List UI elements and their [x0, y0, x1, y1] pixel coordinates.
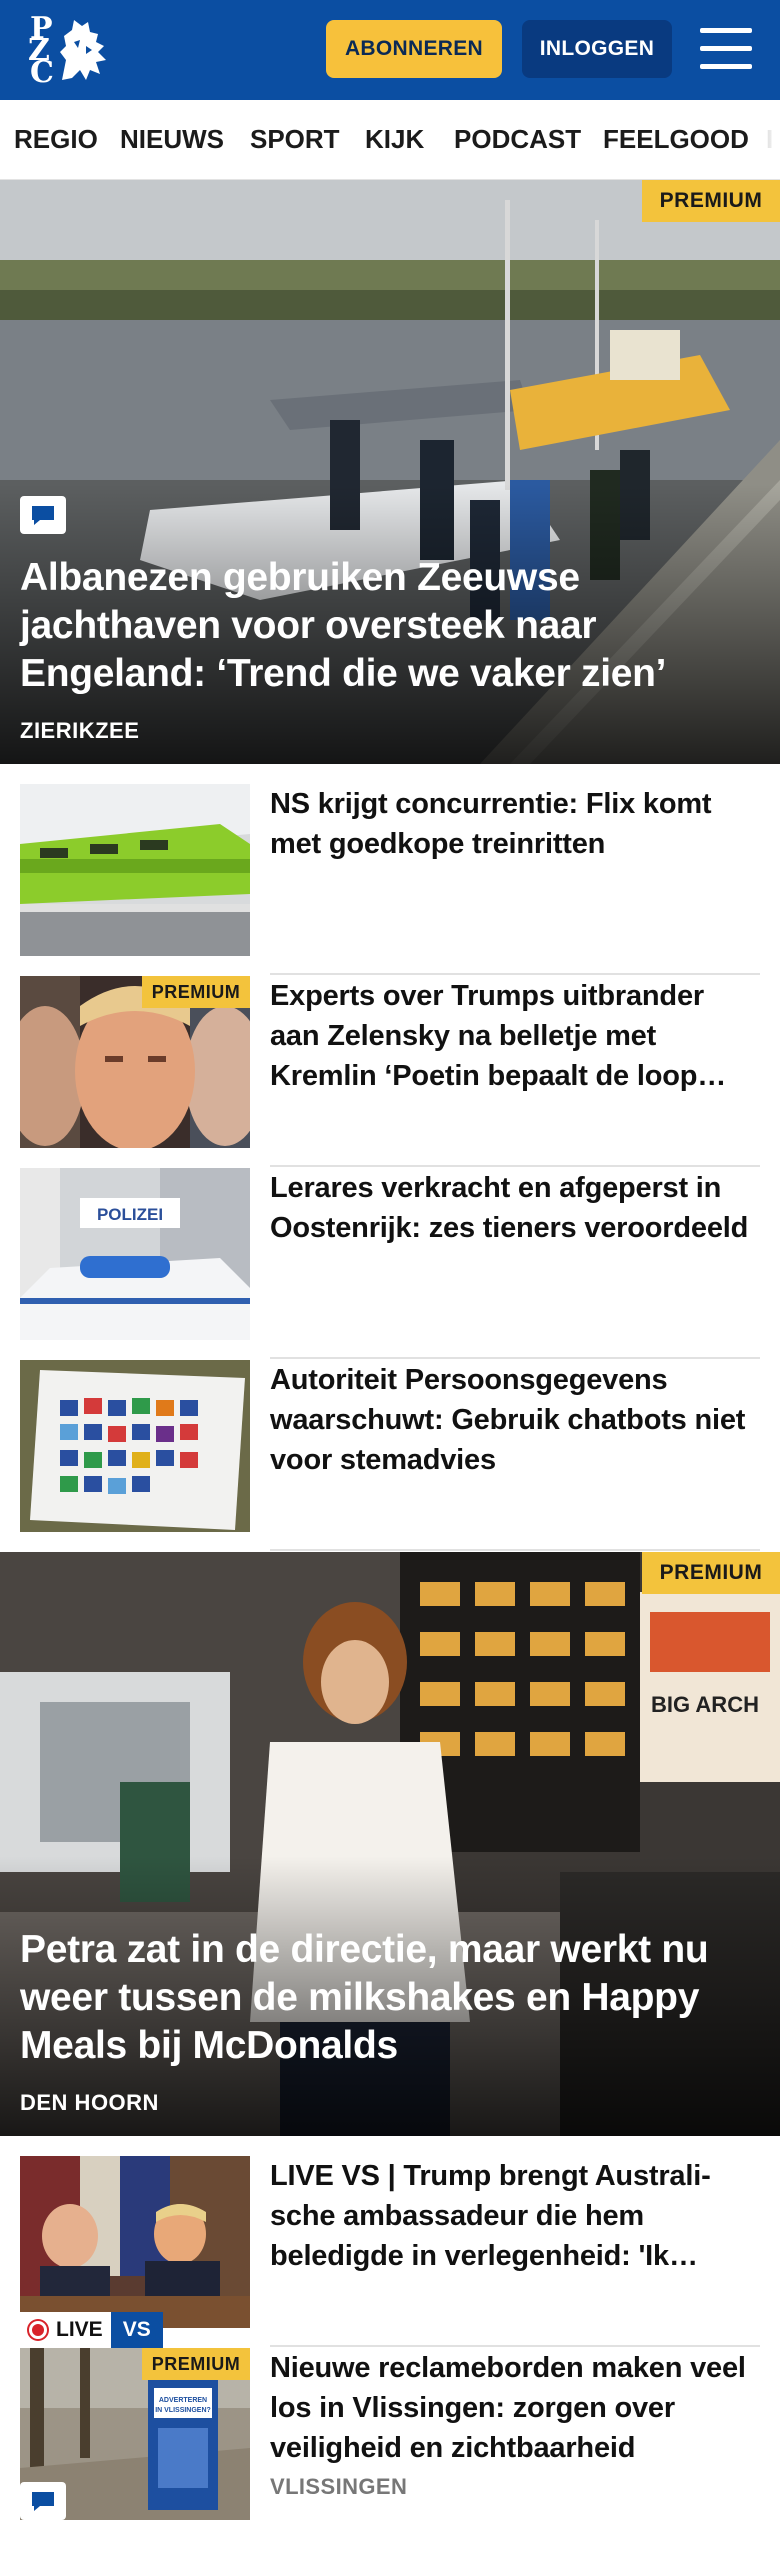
hero-location: DEN HOORN [20, 2090, 159, 2115]
top-bar: P Z C ABONNEREN INLOGGEN [0, 0, 780, 100]
hero-article-mcdonalds[interactable]: BIG ARCH PREMIUM Petra zat in de directi… [0, 1552, 780, 2136]
list-item-trump-zelensky[interactable]: PREMIUM Experts over Trumps uitbrander a… [20, 976, 760, 1168]
election-poster-thumbnail [20, 1360, 250, 1532]
article-title[interactable]: LIVE VS | Trump brengt Australi­sche amb… [270, 2156, 760, 2276]
list-item-autoriteit[interactable]: Autoriteit Persoonsgegevens waarschuwt: … [20, 1360, 760, 1552]
premium-badge: PREMIUM [642, 180, 780, 222]
list-item-ns-flix[interactable]: NS krijgt concurrentie: Flix komt met go… [20, 784, 760, 976]
nav-item-kijk[interactable]: KIJK [365, 100, 424, 178]
lion-icon [60, 20, 106, 80]
article-title[interactable]: NS krijgt concurrentie: Flix komt met go… [270, 784, 760, 864]
premium-badge: PREMIUM [642, 1552, 780, 1594]
nav-item-feelgood[interactable]: FEELGOOD [603, 100, 749, 178]
nav-item-podcast[interactable]: PODCAST [454, 100, 581, 178]
svg-text:ADVERTEREN: ADVERTEREN [159, 2397, 207, 2404]
svg-text:BIG ARCH: BIG ARCH [651, 1692, 759, 1717]
nav-item-regio[interactable]: REGIO [14, 100, 98, 178]
list-item-lerares[interactable]: POLIZEI Lerares verkracht en afgeperst i… [20, 1168, 760, 1360]
article-title[interactable]: Experts over Trumps uitbrander aan Zelen… [270, 976, 760, 1096]
live-dot-icon [32, 2324, 44, 2336]
comment-icon [20, 496, 66, 534]
article-location: VLISSINGEN [270, 2474, 408, 2499]
article-title[interactable]: Lerares verkracht en afgeperst in Oosten… [270, 1168, 760, 1248]
logo-letter-c: C [30, 55, 54, 90]
hero-title[interactable]: Albanezen gebruiken Zeeuwse jachthaven v… [20, 554, 760, 698]
article-title[interactable]: Autoriteit Persoonsgegevens waarschuwt: … [270, 1360, 760, 1480]
hero-location: ZIERIKZEE [20, 718, 140, 743]
section-nav: REGIO NIEUWS SPORT KIJK PODCAST FEELGOOD… [0, 100, 780, 180]
svg-text:IN VLISSINGEN?: IN VLISSINGEN? [155, 2407, 211, 2414]
train-thumbnail [20, 784, 250, 956]
live-badge: LIVE VS [20, 2312, 163, 2348]
svg-text:POLIZEI: POLIZEI [97, 1205, 163, 1224]
subscribe-button[interactable]: ABONNEREN [326, 20, 502, 78]
article-title[interactable]: Nieuwe reclameborden maken veel los in V… [270, 2348, 760, 2468]
comment-icon [20, 2482, 66, 2520]
premium-badge: PREMIUM [142, 976, 250, 1008]
list-item-live-vs[interactable]: LIVE VS LIVE VS | Trump brengt Australi­… [20, 2156, 760, 2348]
pzc-logo[interactable]: P Z C [26, 12, 116, 88]
hamburger-icon[interactable] [700, 26, 752, 72]
police-car-thumbnail: POLIZEI [20, 1168, 250, 1340]
list-item-reclameborden[interactable]: ADVERTEREN IN VLISSINGEN? PREMIUM Nieuwe… [20, 2348, 760, 2540]
trump-thumbnail [20, 2156, 250, 2328]
hero-title[interactable]: Petra zat in de directie, maar werkt nu … [20, 1926, 760, 2070]
hero-article-albanezen[interactable]: PREMIUM Albanezen gebruiken Zeeuwse jach… [0, 180, 780, 764]
nav-item-nieuws[interactable]: NIEUWS [120, 100, 224, 178]
login-button[interactable]: INLOGGEN [522, 20, 672, 78]
premium-badge: PREMIUM [142, 2348, 250, 2380]
nav-item-sport[interactable]: SPORT [250, 100, 340, 178]
